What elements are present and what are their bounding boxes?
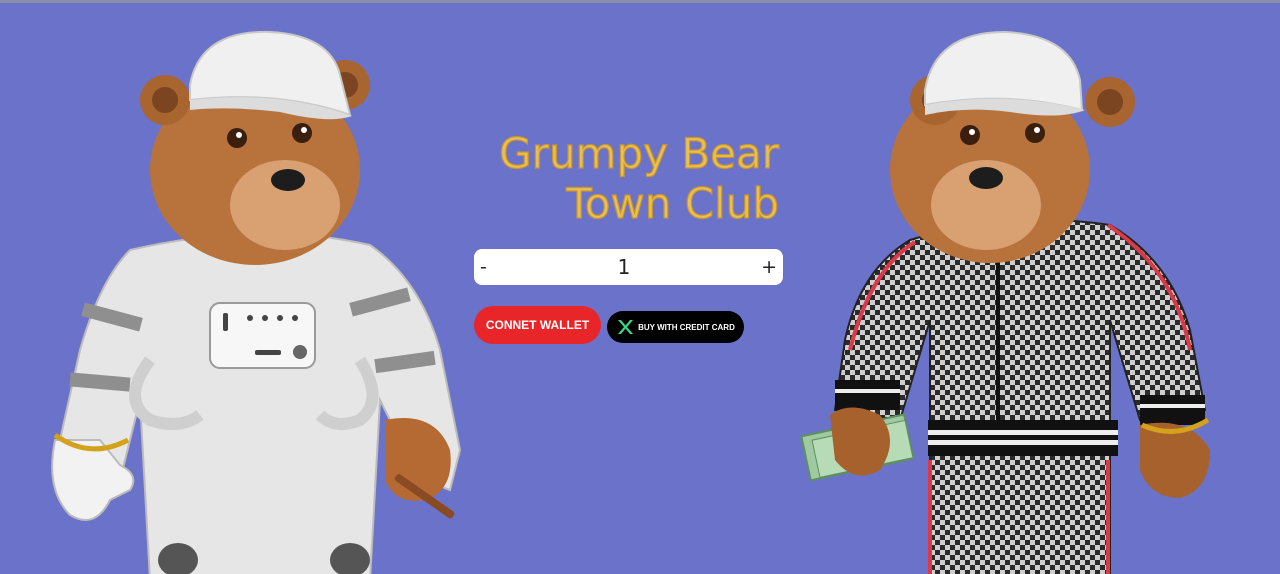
logo-line-1: Grumpy Bear [499, 129, 780, 178]
quantity-value: 1 [617, 255, 631, 279]
site-logo: Grumpy Bear Town Club [499, 128, 781, 228]
action-buttons: CONNET WALLET BUY WITH CREDIT CARD [474, 306, 744, 344]
buy-credit-card-label: BUY WITH CREDIT CARD [638, 322, 735, 332]
connect-wallet-button[interactable]: CONNET WALLET [474, 306, 601, 344]
decrement-button[interactable]: - [474, 249, 493, 285]
buy-credit-card-button[interactable]: BUY WITH CREDIT CARD [607, 311, 744, 343]
tracksuit-bear-image [800, 30, 1210, 574]
quantity-stepper: - 1 + [474, 249, 783, 285]
top-strip [0, 0, 1280, 3]
connect-wallet-label: CONNET WALLET [485, 318, 590, 332]
astronaut-bear-image [51, 30, 462, 574]
increment-button[interactable]: + [755, 249, 783, 285]
x-logo-icon [618, 320, 634, 334]
logo-line-2: Town Club [565, 179, 779, 228]
